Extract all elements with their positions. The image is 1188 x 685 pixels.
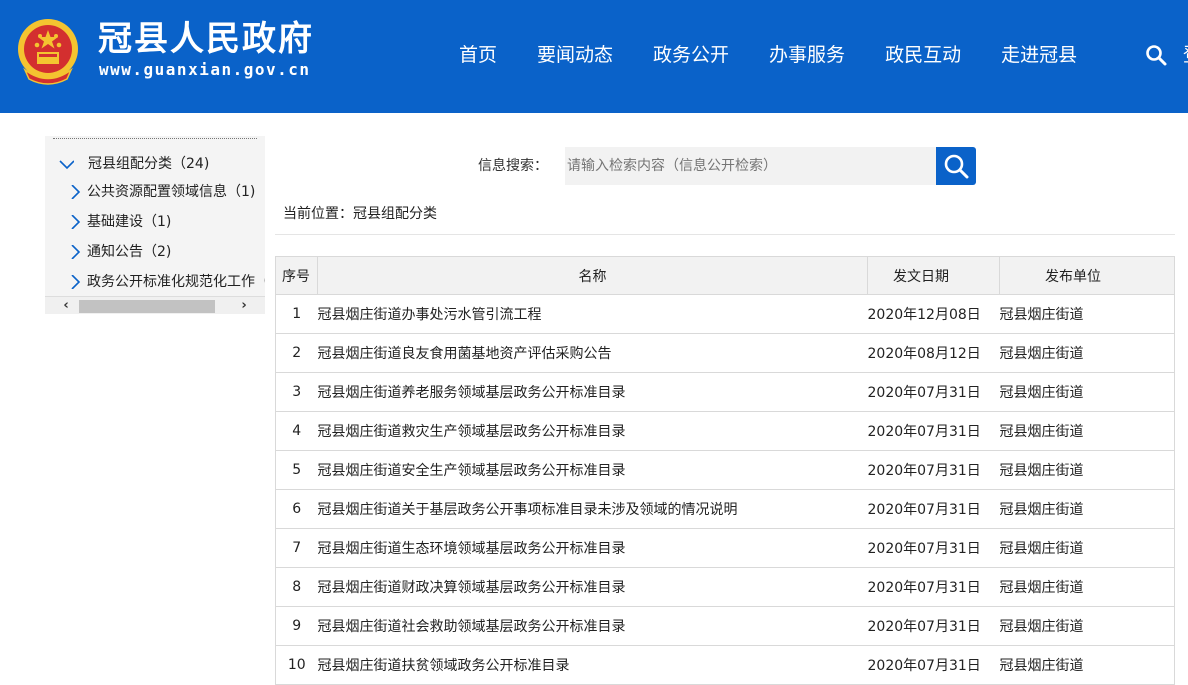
search-icon (944, 154, 969, 179)
document-title-link[interactable]: 冠县烟庄街道生态环境领域基层政务公开标准目录 (317, 528, 868, 568)
tree-item-label[interactable]: 政务公开标准化规范化工作（ (87, 271, 265, 293)
document-title-link[interactable]: 冠县烟庄街道养老服务领域基层政务公开标准目录 (317, 372, 868, 412)
col-header-date: 发文日期 (867, 256, 1000, 295)
document-title-link[interactable]: 冠县烟庄街道安全生产领域基层政务公开标准目录 (317, 450, 868, 490)
table-row: 4 冠县烟庄街道救灾生产领域基层政务公开标准目录 2020年07月31日 冠县烟… (275, 411, 1175, 451)
row-number: 4 (275, 411, 318, 451)
nav-item-news[interactable]: 要闻动态 (537, 40, 613, 70)
search-button[interactable] (936, 147, 976, 185)
table-row: 5 冠县烟庄街道安全生产领域基层政务公开标准目录 2020年07月31日 冠县烟… (275, 450, 1175, 490)
category-tree: 冠县组配分类（24) 公共资源配置领域信息（1) 基础建设（1) 通知公告（2)… (45, 136, 265, 314)
search-icon[interactable] (1144, 43, 1168, 67)
table-row: 8 冠县烟庄街道财政决算领域基层政务公开标准目录 2020年07月31日 冠县烟… (275, 567, 1175, 607)
document-title-link[interactable]: 冠县烟庄街道良友食用菌基地资产评估采购公告 (317, 333, 868, 373)
publish-date: 2020年08月12日 (867, 333, 1000, 373)
publish-date: 2020年07月31日 (867, 411, 1000, 451)
publish-date: 2020年07月31日 (867, 567, 1000, 607)
row-number: 6 (275, 489, 318, 529)
document-table: 序号 名称 发文日期 发布单位 1 冠县烟庄街道办事处污水管引流工程 2020年… (275, 256, 1175, 685)
nav-item-about[interactable]: 走进冠县 (1001, 40, 1077, 70)
publisher: 冠县烟庄街道 (999, 372, 1175, 412)
publish-date: 2020年07月31日 (867, 489, 1000, 529)
row-number: 7 (275, 528, 318, 568)
table-row: 3 冠县烟庄街道养老服务领域基层政务公开标准目录 2020年07月31日 冠县烟… (275, 372, 1175, 412)
table-header-row: 序号 名称 发文日期 发布单位 (275, 256, 1175, 295)
table-row: 1 冠县烟庄街道办事处污水管引流工程 2020年12月08日 冠县烟庄街道 (275, 294, 1175, 334)
table-row: 10 冠县烟庄街道扶贫领域政务公开标准目录 2020年07月31日 冠县烟庄街道 (275, 645, 1175, 685)
publisher: 冠县烟庄街道 (999, 450, 1175, 490)
col-header-name: 名称 (317, 256, 868, 295)
row-number: 8 (275, 567, 318, 607)
nav-item-gov-affairs[interactable]: 政务公开 (653, 40, 729, 70)
document-title-link[interactable]: 冠县烟庄街道关于基层政务公开事项标准目录未涉及领域的情况说明 (317, 489, 868, 529)
search-label: 信息搜索： (478, 158, 548, 174)
row-number: 1 (275, 294, 318, 334)
scroll-right-icon[interactable]: › (235, 297, 253, 314)
row-number: 5 (275, 450, 318, 490)
site-url: www.guanxian.gov.cn (99, 60, 311, 79)
tree-item-label[interactable]: 基础建设（1) (87, 211, 171, 233)
table-row: 9 冠县烟庄街道社会救助领域基层政务公开标准目录 2020年07月31日 冠县烟… (275, 606, 1175, 646)
tree-item-label[interactable]: 通知公告（2) (87, 241, 171, 263)
nav-overflow-glyph: 登 (1183, 40, 1188, 70)
publisher: 冠县烟庄街道 (999, 606, 1175, 646)
chevron-right-icon[interactable] (69, 275, 83, 289)
publish-date: 2020年07月31日 (867, 450, 1000, 490)
table-row: 6 冠县烟庄街道关于基层政务公开事项标准目录未涉及领域的情况说明 2020年07… (275, 489, 1175, 529)
chevron-right-icon[interactable] (69, 185, 83, 199)
main-nav: 首页 要闻动态 政务公开 办事服务 政民互动 走进冠县 (440, 40, 1117, 70)
publisher: 冠县烟庄街道 (999, 411, 1175, 451)
tree-divider (53, 138, 257, 139)
publisher: 冠县烟庄街道 (999, 528, 1175, 568)
horizontal-scrollbar[interactable]: ‹ › (45, 296, 265, 314)
tree-root-label[interactable]: 冠县组配分类（24) (88, 153, 209, 175)
row-number: 2 (275, 333, 318, 373)
chevron-right-icon[interactable] (69, 245, 83, 259)
nav-item-home[interactable]: 首页 (459, 40, 497, 70)
chevron-down-icon[interactable] (58, 157, 74, 171)
document-title-link[interactable]: 冠县烟庄街道财政决算领域基层政务公开标准目录 (317, 567, 868, 607)
publish-date: 2020年07月31日 (867, 372, 1000, 412)
nav-item-interaction[interactable]: 政民互动 (885, 40, 961, 70)
publisher: 冠县烟庄街道 (999, 489, 1175, 529)
site-header: 冠县人民政府 www.guanxian.gov.cn 首页 要闻动态 政务公开 … (0, 0, 1188, 113)
publisher: 冠县烟庄街道 (999, 333, 1175, 373)
nav-item-services[interactable]: 办事服务 (769, 40, 845, 70)
document-title-link[interactable]: 冠县烟庄街道扶贫领域政务公开标准目录 (317, 645, 868, 685)
col-header-unit: 发布单位 (999, 256, 1175, 295)
document-title-link[interactable]: 冠县烟庄街道社会救助领域基层政务公开标准目录 (317, 606, 868, 646)
publish-date: 2020年07月31日 (867, 645, 1000, 685)
table-row: 7 冠县烟庄街道生态环境领域基层政务公开标准目录 2020年07月31日 冠县烟… (275, 528, 1175, 568)
national-emblem-icon[interactable] (15, 15, 81, 87)
row-number: 3 (275, 372, 318, 412)
search-input[interactable] (565, 147, 936, 185)
document-title-link[interactable]: 冠县烟庄街道办事处污水管引流工程 (317, 294, 868, 334)
publisher: 冠县烟庄街道 (999, 567, 1175, 607)
publish-date: 2020年12月08日 (867, 294, 1000, 334)
site-title[interactable]: 冠县人民政府 (98, 17, 314, 61)
tree-item-label[interactable]: 公共资源配置领域信息（1) (87, 181, 255, 203)
publish-date: 2020年07月31日 (867, 528, 1000, 568)
row-number: 10 (275, 645, 318, 685)
scroll-left-icon[interactable]: ‹ (57, 297, 75, 314)
scrollbar-thumb[interactable] (79, 300, 215, 313)
breadcrumb-divider (275, 234, 1175, 235)
breadcrumb: 当前位置：冠县组配分类 (283, 206, 437, 222)
publisher: 冠县烟庄街道 (999, 294, 1175, 334)
col-header-no: 序号 (275, 256, 318, 295)
chevron-right-icon[interactable] (69, 215, 83, 229)
publish-date: 2020年07月31日 (867, 606, 1000, 646)
table-row: 2 冠县烟庄街道良友食用菌基地资产评估采购公告 2020年08月12日 冠县烟庄… (275, 333, 1175, 373)
row-number: 9 (275, 606, 318, 646)
document-title-link[interactable]: 冠县烟庄街道救灾生产领域基层政务公开标准目录 (317, 411, 868, 451)
publisher: 冠县烟庄街道 (999, 645, 1175, 685)
